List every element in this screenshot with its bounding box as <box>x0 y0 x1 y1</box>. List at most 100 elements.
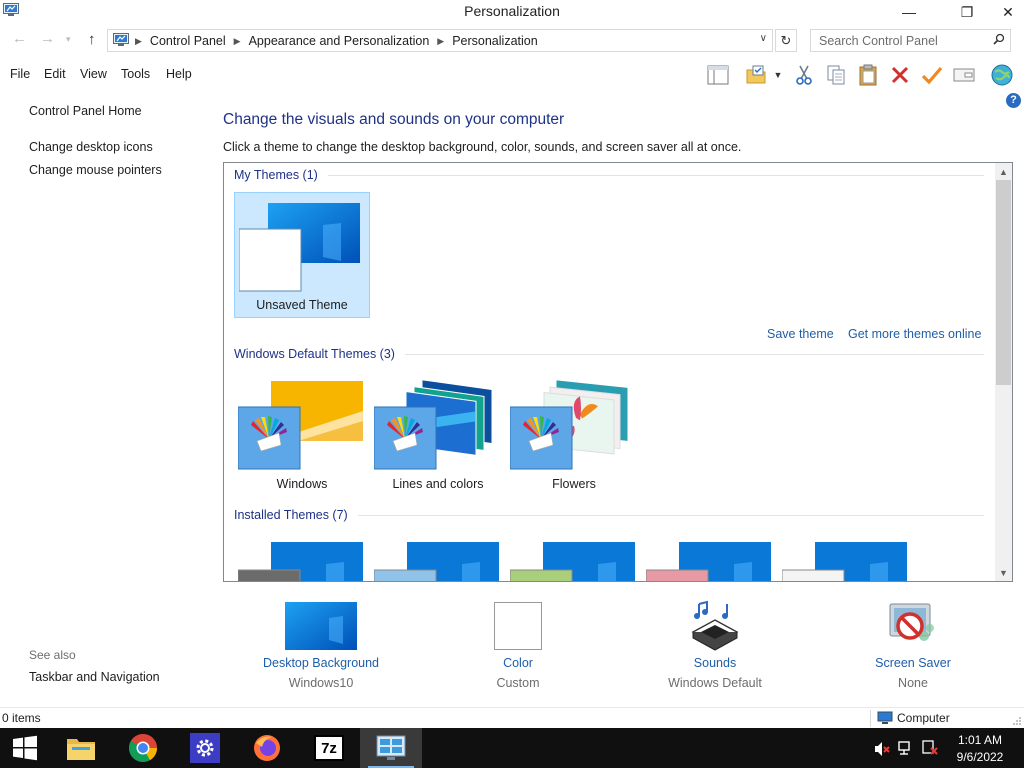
settings-icon <box>190 733 220 763</box>
recent-locations-chevron-icon[interactable]: ▾ <box>66 34 71 45</box>
paste-icon[interactable] <box>856 63 880 87</box>
chevron-right-icon[interactable]: ▶ <box>135 36 142 47</box>
delete-icon[interactable] <box>888 63 912 87</box>
setting-title[interactable]: Color <box>443 656 593 670</box>
title-bar: Personalization — ❐ ✕ <box>0 0 1024 24</box>
theme-lines-and-colors[interactable]: Lines and colors <box>370 371 506 497</box>
menu-bar: File Edit View Tools Help ▼ <box>0 62 1024 88</box>
taskbar-file-explorer[interactable] <box>50 728 112 768</box>
theme-preview-windows <box>238 381 363 470</box>
layout-pane-icon[interactable] <box>706 63 730 87</box>
volume-muted-icon[interactable] <box>874 741 890 757</box>
theme-preview-lines-and-colors <box>374 379 493 470</box>
theme-installed[interactable] <box>370 532 506 581</box>
taskbar: 7z 1:01 AM 9/6/2022 <box>0 728 1024 768</box>
theme-label: Unsaved Theme <box>256 298 348 312</box>
help-icon[interactable]: ? <box>1006 93 1021 108</box>
resize-grip-icon[interactable] <box>1012 716 1022 726</box>
properties-icon[interactable] <box>952 63 976 87</box>
clock-date[interactable]: 9/6/2022 <box>945 750 1015 764</box>
search-box[interactable] <box>810 29 1011 52</box>
action-center-icon[interactable] <box>922 740 938 756</box>
breadcrumb-control-panel[interactable]: Control Panel <box>150 34 226 48</box>
vertical-scrollbar[interactable]: ▲ ▼ <box>995 163 1012 581</box>
page-description: Click a theme to change the desktop back… <box>223 140 742 154</box>
search-input[interactable] <box>811 30 986 51</box>
maximize-button[interactable]: ❐ <box>944 0 990 24</box>
save-theme-link[interactable]: Save theme <box>767 327 834 341</box>
change-mouse-pointers-link[interactable]: Change mouse pointers <box>29 163 162 177</box>
taskbar-chrome[interactable] <box>112 728 174 768</box>
theme-installed[interactable] <box>234 532 370 581</box>
taskbar-7zip[interactable]: 7z <box>298 728 360 768</box>
refresh-button[interactable]: ↻ <box>775 29 797 52</box>
navigation-bar: ← → ▾ ↑ ▶ Control Panel ▶ Appearance and… <box>0 28 1024 54</box>
theme-installed[interactable] <box>506 532 642 581</box>
control-panel-icon <box>376 735 406 760</box>
cut-icon[interactable] <box>792 63 816 87</box>
minimize-button[interactable]: — <box>886 0 932 24</box>
scroll-thumb[interactable] <box>996 180 1011 385</box>
theme-unsaved[interactable]: Unsaved Theme <box>234 192 370 318</box>
theme-flowers[interactable]: Flowers <box>506 371 642 497</box>
taskbar-navigation-link[interactable]: Taskbar and Navigation <box>29 670 160 684</box>
menu-edit[interactable]: Edit <box>44 67 66 81</box>
theme-preview-installed <box>646 542 771 581</box>
breadcrumb-personalization[interactable]: Personalization <box>452 34 537 48</box>
theme-preview-installed <box>510 542 635 581</box>
menu-file[interactable]: File <box>10 67 30 81</box>
my-themes-header: My Themes (1) <box>234 168 984 182</box>
search-icon[interactable] <box>993 33 1005 48</box>
screen-saver-icon <box>889 603 934 641</box>
taskbar-control-panel[interactable] <box>360 728 422 768</box>
back-arrow-icon[interactable]: ← <box>12 30 27 47</box>
theme-installed[interactable] <box>642 532 778 581</box>
setting-title[interactable]: Sounds <box>640 656 790 670</box>
color-icon <box>494 602 542 650</box>
taskbar-firefox[interactable] <box>236 728 298 768</box>
group-divider <box>404 353 984 355</box>
status-item-count: 0 items <box>2 711 41 725</box>
setting-title[interactable]: Desktop Background <box>246 656 396 670</box>
chevron-down-icon[interactable]: ∨ <box>760 33 767 44</box>
chevron-right-icon[interactable]: ▶ <box>437 36 444 47</box>
themes-list[interactable]: My Themes (1) Unsaved Theme Save theme G… <box>223 162 1013 582</box>
setting-title[interactable]: Screen Saver <box>838 656 988 670</box>
start-button[interactable] <box>0 728 50 768</box>
clock-time[interactable]: 1:01 AM <box>945 733 1015 747</box>
folder-options-icon[interactable] <box>744 63 768 87</box>
globe-icon[interactable] <box>990 63 1014 87</box>
theme-label: Flowers <box>552 477 596 491</box>
breadcrumb-appearance[interactable]: Appearance and Personalization <box>249 34 430 48</box>
taskbar-settings[interactable] <box>174 728 236 768</box>
forward-arrow-icon[interactable]: → <box>40 30 55 47</box>
theme-preview-flowers <box>510 379 629 470</box>
menu-tools[interactable]: Tools <box>121 67 150 81</box>
theme-windows[interactable]: Windows <box>234 371 370 497</box>
setting-value: None <box>898 676 928 690</box>
chevron-down-icon[interactable]: ▼ <box>768 63 788 87</box>
chevron-right-icon[interactable]: ▶ <box>234 36 241 47</box>
desktop-background-icon <box>285 602 357 650</box>
window-title: Personalization <box>464 3 560 19</box>
change-desktop-icons-link[interactable]: Change desktop icons <box>29 140 153 154</box>
scroll-down-icon[interactable]: ▼ <box>995 564 1012 581</box>
close-button[interactable]: ✕ <box>985 0 1024 24</box>
scroll-up-icon[interactable]: ▲ <box>995 163 1012 180</box>
file-explorer-icon <box>67 739 95 760</box>
address-bar[interactable]: ▶ Control Panel ▶ Appearance and Persona… <box>107 29 773 52</box>
up-arrow-icon[interactable]: ↑ <box>88 31 96 48</box>
see-also-label: See also <box>29 648 76 662</box>
close-icon: ✕ <box>1002 3 1014 20</box>
7zip-icon: 7z <box>314 735 344 761</box>
checkmark-icon[interactable] <box>920 63 944 87</box>
menu-help[interactable]: Help <box>166 67 192 81</box>
copy-icon[interactable] <box>824 63 848 87</box>
control-panel-home-link[interactable]: Control Panel Home <box>29 104 142 118</box>
my-themes-label: My Themes (1) <box>234 168 318 182</box>
network-icon[interactable] <box>898 740 914 756</box>
menu-view[interactable]: View <box>80 67 107 81</box>
theme-installed[interactable] <box>778 532 914 581</box>
firefox-icon <box>254 735 280 761</box>
get-more-themes-link[interactable]: Get more themes online <box>848 327 981 341</box>
